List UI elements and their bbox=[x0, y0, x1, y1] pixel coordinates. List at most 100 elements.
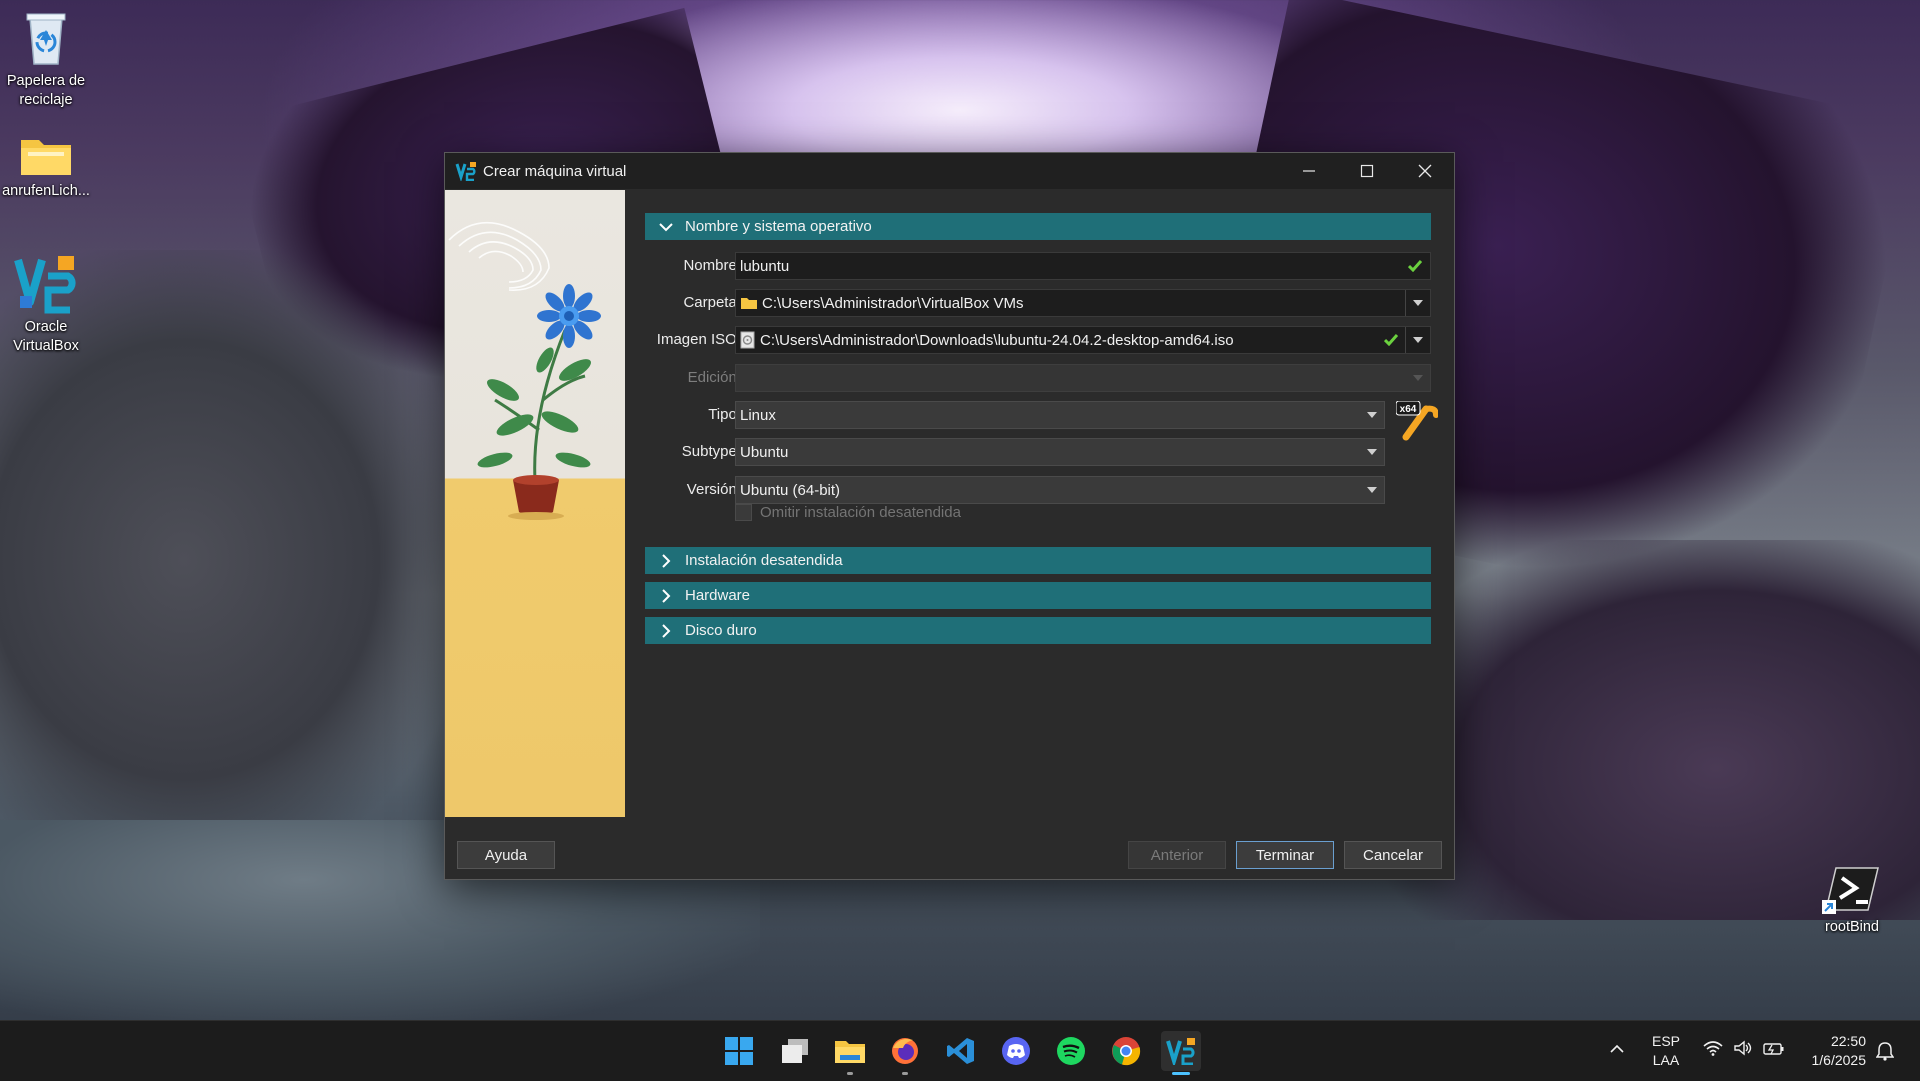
file-explorer-icon bbox=[835, 1041, 865, 1063]
dropdown-arrow-icon bbox=[1413, 337, 1423, 343]
chevron-down-icon bbox=[659, 222, 673, 231]
name-value: lubuntu bbox=[740, 257, 790, 275]
firefox-icon bbox=[892, 1038, 918, 1064]
section-hardware-header[interactable]: Hardware bbox=[645, 582, 1431, 609]
notification-bell-icon bbox=[1875, 1042, 1895, 1061]
name-input[interactable]: lubuntu bbox=[735, 252, 1431, 280]
back-button: Anterior bbox=[1128, 841, 1226, 869]
field-row-type: Tipo: Linux bbox=[645, 401, 1435, 429]
iso-dropdown-button[interactable] bbox=[1405, 327, 1430, 353]
taskbar-vscode[interactable] bbox=[941, 1031, 981, 1071]
close-icon bbox=[1418, 164, 1432, 178]
minimize-icon bbox=[1303, 170, 1315, 172]
language-indicator[interactable]: ESP LAA bbox=[1648, 1032, 1684, 1070]
quick-settings-button[interactable] bbox=[1703, 1040, 1785, 1056]
section-disk-header[interactable]: Disco duro bbox=[645, 617, 1431, 644]
valid-check-icon bbox=[1384, 334, 1398, 346]
battery-icon bbox=[1763, 1043, 1784, 1055]
linux-64bit-icon: x64 bbox=[1395, 400, 1439, 441]
folder-icon bbox=[741, 298, 757, 309]
clock-date: 1/6/2025 bbox=[1811, 1052, 1867, 1068]
iso-value: C:\Users\Administrador\Downloads\lubuntu… bbox=[760, 331, 1234, 349]
desktop-icon-label: Oracle VirtualBox bbox=[13, 319, 79, 354]
start-button[interactable] bbox=[719, 1031, 759, 1071]
taskbar-spotify[interactable] bbox=[1051, 1031, 1091, 1071]
running-indicator bbox=[847, 1072, 853, 1075]
desktop-icon-recycle-bin[interactable]: Papelera de reciclaje bbox=[0, 8, 92, 110]
dropdown-arrow-icon bbox=[1413, 300, 1423, 306]
edition-select bbox=[735, 364, 1431, 392]
finish-button[interactable]: Terminar bbox=[1236, 841, 1334, 869]
help-button[interactable]: Ayuda bbox=[457, 841, 555, 869]
section-unattended-header[interactable]: Instalación desatendida bbox=[645, 547, 1431, 574]
taskbar-firefox[interactable] bbox=[885, 1031, 925, 1075]
desktop-icon-rootbind[interactable]: rootBind bbox=[1806, 866, 1898, 937]
spotify-icon bbox=[1057, 1037, 1085, 1065]
keyboard-layout: LAA bbox=[1652, 1052, 1680, 1068]
clock[interactable]: 22:50 1/6/2025 bbox=[1794, 1032, 1867, 1070]
taskbar: ESP LAA 22:50 1/6/2025 bbox=[0, 1020, 1920, 1081]
section-label: Instalación desatendida bbox=[685, 552, 843, 569]
dropdown-arrow-icon bbox=[1367, 449, 1377, 455]
section-label: Hardware bbox=[685, 587, 751, 604]
iso-label: Imagen ISO: bbox=[656, 331, 741, 348]
wallpaper-mountain bbox=[1380, 540, 1920, 920]
virtualbox-icon bbox=[455, 162, 476, 181]
terminal-shortcut-icon bbox=[1822, 867, 1879, 914]
disc-image-icon bbox=[740, 331, 755, 349]
chevron-right-icon bbox=[662, 588, 671, 603]
potted-flower-illustration bbox=[448, 221, 601, 520]
section-label: Disco duro bbox=[685, 622, 757, 639]
create-vm-dialog: Crear máquina virtual Nombre y sistema o… bbox=[444, 152, 1455, 880]
maximize-icon bbox=[1360, 164, 1374, 178]
field-row-subtype: Subtype: Ubuntu bbox=[645, 438, 1435, 466]
os-badge-text: x64 bbox=[1400, 404, 1417, 415]
desktop-icon-label: Papelera de reciclaje bbox=[6, 73, 86, 108]
cancel-button[interactable]: Cancelar bbox=[1344, 841, 1442, 869]
field-row-iso: Imagen ISO: C:\Users\Administrador\Downl… bbox=[645, 326, 1435, 354]
taskbar-discord[interactable] bbox=[996, 1031, 1036, 1071]
iso-selector[interactable]: C:\Users\Administrador\Downloads\lubuntu… bbox=[735, 326, 1431, 354]
desktop-icon-virtualbox[interactable]: Oracle VirtualBox bbox=[0, 252, 92, 356]
folder-dropdown-button[interactable] bbox=[1405, 290, 1430, 316]
chevron-right-icon bbox=[662, 623, 671, 638]
desktop-icon-label: rootBind bbox=[1824, 919, 1879, 935]
virtualbox-icon bbox=[14, 256, 76, 314]
maximize-button[interactable] bbox=[1338, 153, 1396, 189]
chrome-icon bbox=[1112, 1037, 1141, 1066]
show-hidden-icons-button[interactable] bbox=[1610, 1041, 1624, 1059]
taskbar-virtualbox[interactable] bbox=[1161, 1031, 1201, 1075]
folder-label: Carpeta: bbox=[683, 294, 741, 311]
close-button[interactable] bbox=[1396, 153, 1454, 189]
valid-check-icon bbox=[1408, 260, 1422, 272]
wifi-icon bbox=[1703, 1041, 1723, 1056]
omit-unattended-label: Omitir instalación desatendida bbox=[760, 504, 961, 521]
subtype-select[interactable]: Ubuntu bbox=[735, 438, 1385, 466]
taskbar-file-explorer[interactable] bbox=[830, 1031, 870, 1075]
notifications-button[interactable] bbox=[1875, 1041, 1895, 1066]
title-bar[interactable]: Crear máquina virtual bbox=[445, 153, 1454, 189]
task-view-button[interactable] bbox=[775, 1031, 815, 1071]
folder-icon bbox=[21, 140, 71, 175]
folder-value: C:\Users\Administrador\VirtualBox VMs bbox=[762, 294, 1024, 312]
version-select[interactable]: Ubuntu (64-bit) bbox=[735, 476, 1385, 504]
field-row-folder: Carpeta: C:\Users\Administrador\VirtualB… bbox=[645, 289, 1435, 317]
taskbar-chrome[interactable] bbox=[1106, 1031, 1146, 1071]
dropdown-arrow-icon bbox=[1367, 487, 1377, 493]
dropdown-arrow-icon bbox=[1367, 412, 1377, 418]
recycle-bin-icon bbox=[26, 13, 66, 65]
active-indicator bbox=[1172, 1072, 1190, 1075]
subtype-value: Ubuntu bbox=[740, 443, 789, 461]
checkbox-box bbox=[735, 504, 752, 521]
vscode-icon bbox=[947, 1038, 974, 1064]
window-title: Crear máquina virtual bbox=[483, 162, 627, 180]
desktop-icon-label: anrufenLich... bbox=[2, 183, 90, 199]
section-name-os-header[interactable]: Nombre y sistema operativo bbox=[645, 213, 1431, 240]
edition-label: Edición: bbox=[687, 369, 741, 386]
minimize-button[interactable] bbox=[1280, 153, 1338, 189]
desktop-icon-folder[interactable]: anrufenLich... bbox=[0, 132, 92, 201]
omit-unattended-checkbox: Omitir instalación desatendida bbox=[735, 504, 961, 521]
folder-selector[interactable]: C:\Users\Administrador\VirtualBox VMs bbox=[735, 289, 1431, 317]
type-select[interactable]: Linux bbox=[735, 401, 1385, 429]
section-label: Nombre y sistema operativo bbox=[685, 218, 872, 235]
